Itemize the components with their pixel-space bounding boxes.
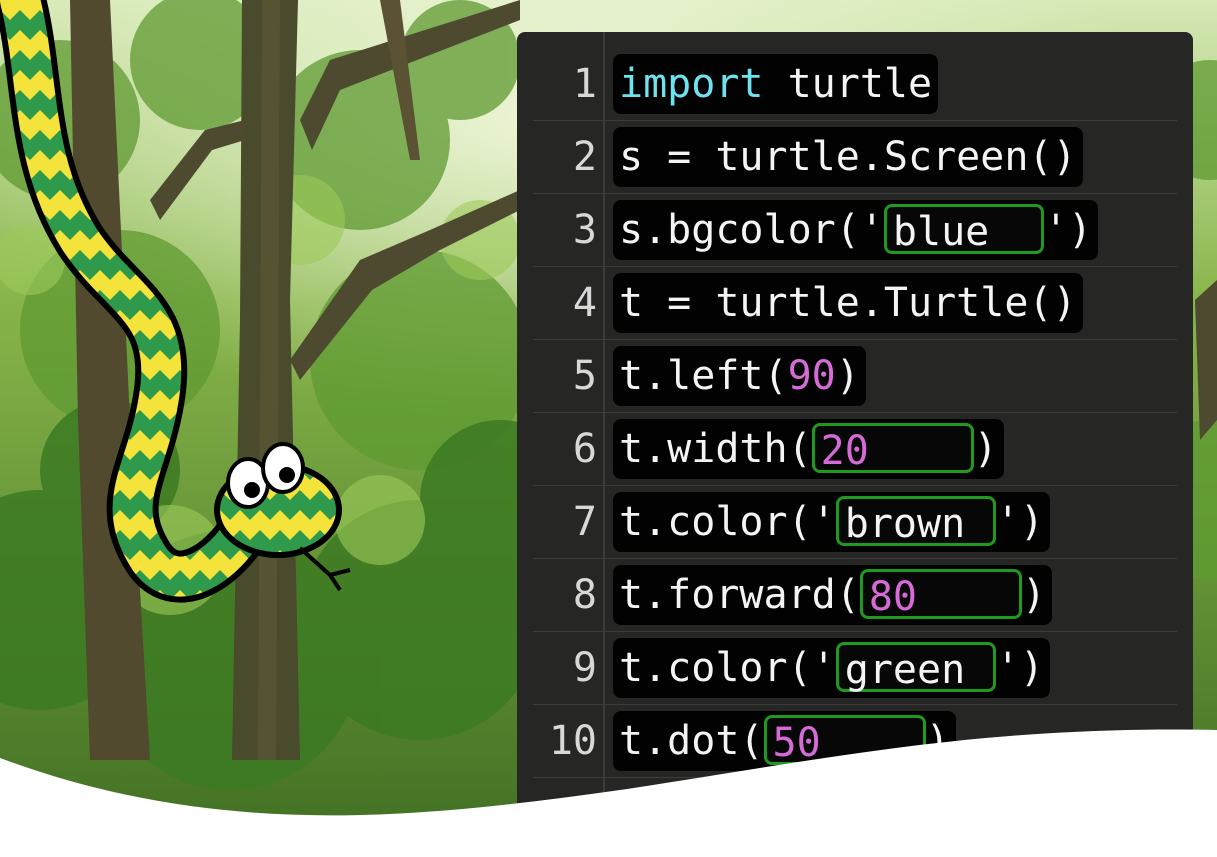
code-text: t.forward( [619, 572, 860, 618]
code-line-4: 4 t = turtle.Turtle() [517, 267, 1193, 340]
line-number: 6 [572, 426, 597, 472]
code-text: turtle [763, 61, 933, 107]
code-block[interactable]: t.width(20) [613, 419, 1004, 479]
code-text: ) [1021, 572, 1046, 618]
line-number: 3 [572, 207, 597, 253]
code-text: ') [995, 645, 1044, 691]
keyword: import [619, 61, 764, 107]
number-literal: 90 [787, 353, 836, 399]
code-block[interactable]: s.bgcolor(' blue ') [613, 200, 1099, 260]
line-number: 1 [572, 61, 597, 107]
line-number: 4 [572, 280, 597, 326]
code-text: s.bgcolor(' [619, 207, 884, 253]
line-number: 7 [572, 499, 597, 545]
code-text: t.color(' [619, 499, 836, 545]
code-text: ') [1043, 207, 1093, 253]
code-text: t = turtle.Turtle() [619, 280, 1077, 326]
line-number: 5 [572, 353, 597, 399]
code-text: ') [995, 499, 1044, 545]
code-block[interactable]: t.dot(50) [613, 711, 956, 771]
value-slot[interactable]: blue [883, 204, 1044, 255]
value-slot[interactable]: green [835, 642, 996, 693]
code-text: ) [973, 426, 998, 472]
code-text: ) [835, 353, 860, 399]
code-block[interactable]: t.color(' brown ') [613, 492, 1050, 552]
code-line-6: 6 t.width(20) [517, 413, 1193, 486]
code-block[interactable]: import turtle [613, 54, 939, 114]
code-block[interactable]: t.left(90) [613, 346, 866, 406]
value-slot[interactable]: 80 [859, 569, 1022, 620]
code-block[interactable]: s = turtle.Screen() [613, 127, 1083, 187]
value-slot[interactable]: 50 [763, 715, 926, 766]
code-block[interactable]: t.color(' green ') [613, 638, 1050, 698]
code-line-9: 9 t.color(' green ') [517, 632, 1193, 705]
code-line-2: 2 s = turtle.Screen() [517, 121, 1193, 194]
code-text: ) [925, 718, 950, 764]
code-block[interactable]: t.forward(80) [613, 565, 1052, 625]
code-block[interactable]: t = turtle.Turtle() [613, 273, 1083, 333]
code-editor: 1 import turtle 2 s = turtle.Screen() 3 … [517, 32, 1193, 812]
code-text: s = turtle.Screen() [619, 134, 1077, 180]
code-line-7: 7 t.color(' brown ') [517, 486, 1193, 559]
value-slot[interactable]: 20 [811, 423, 974, 474]
code-text: t.width( [619, 426, 812, 472]
code-line-8: 8 t.forward(80) [517, 559, 1193, 632]
code-line-3: 3 s.bgcolor(' blue ') [517, 194, 1193, 267]
line-number: 8 [572, 572, 597, 618]
line-number: 9 [572, 645, 597, 691]
code-text: t.dot( [619, 718, 764, 764]
code-line-10: 10 t.dot(50) [517, 705, 1193, 778]
value-slot[interactable]: brown [835, 496, 996, 547]
code-line-5: 5 t.left(90) [517, 340, 1193, 413]
code-line-1: 1 import turtle [517, 48, 1193, 121]
code-text: t.left( [619, 353, 788, 399]
code-text: t.color(' [619, 645, 836, 691]
line-number: 10 [548, 718, 597, 764]
line-number: 2 [572, 134, 597, 180]
